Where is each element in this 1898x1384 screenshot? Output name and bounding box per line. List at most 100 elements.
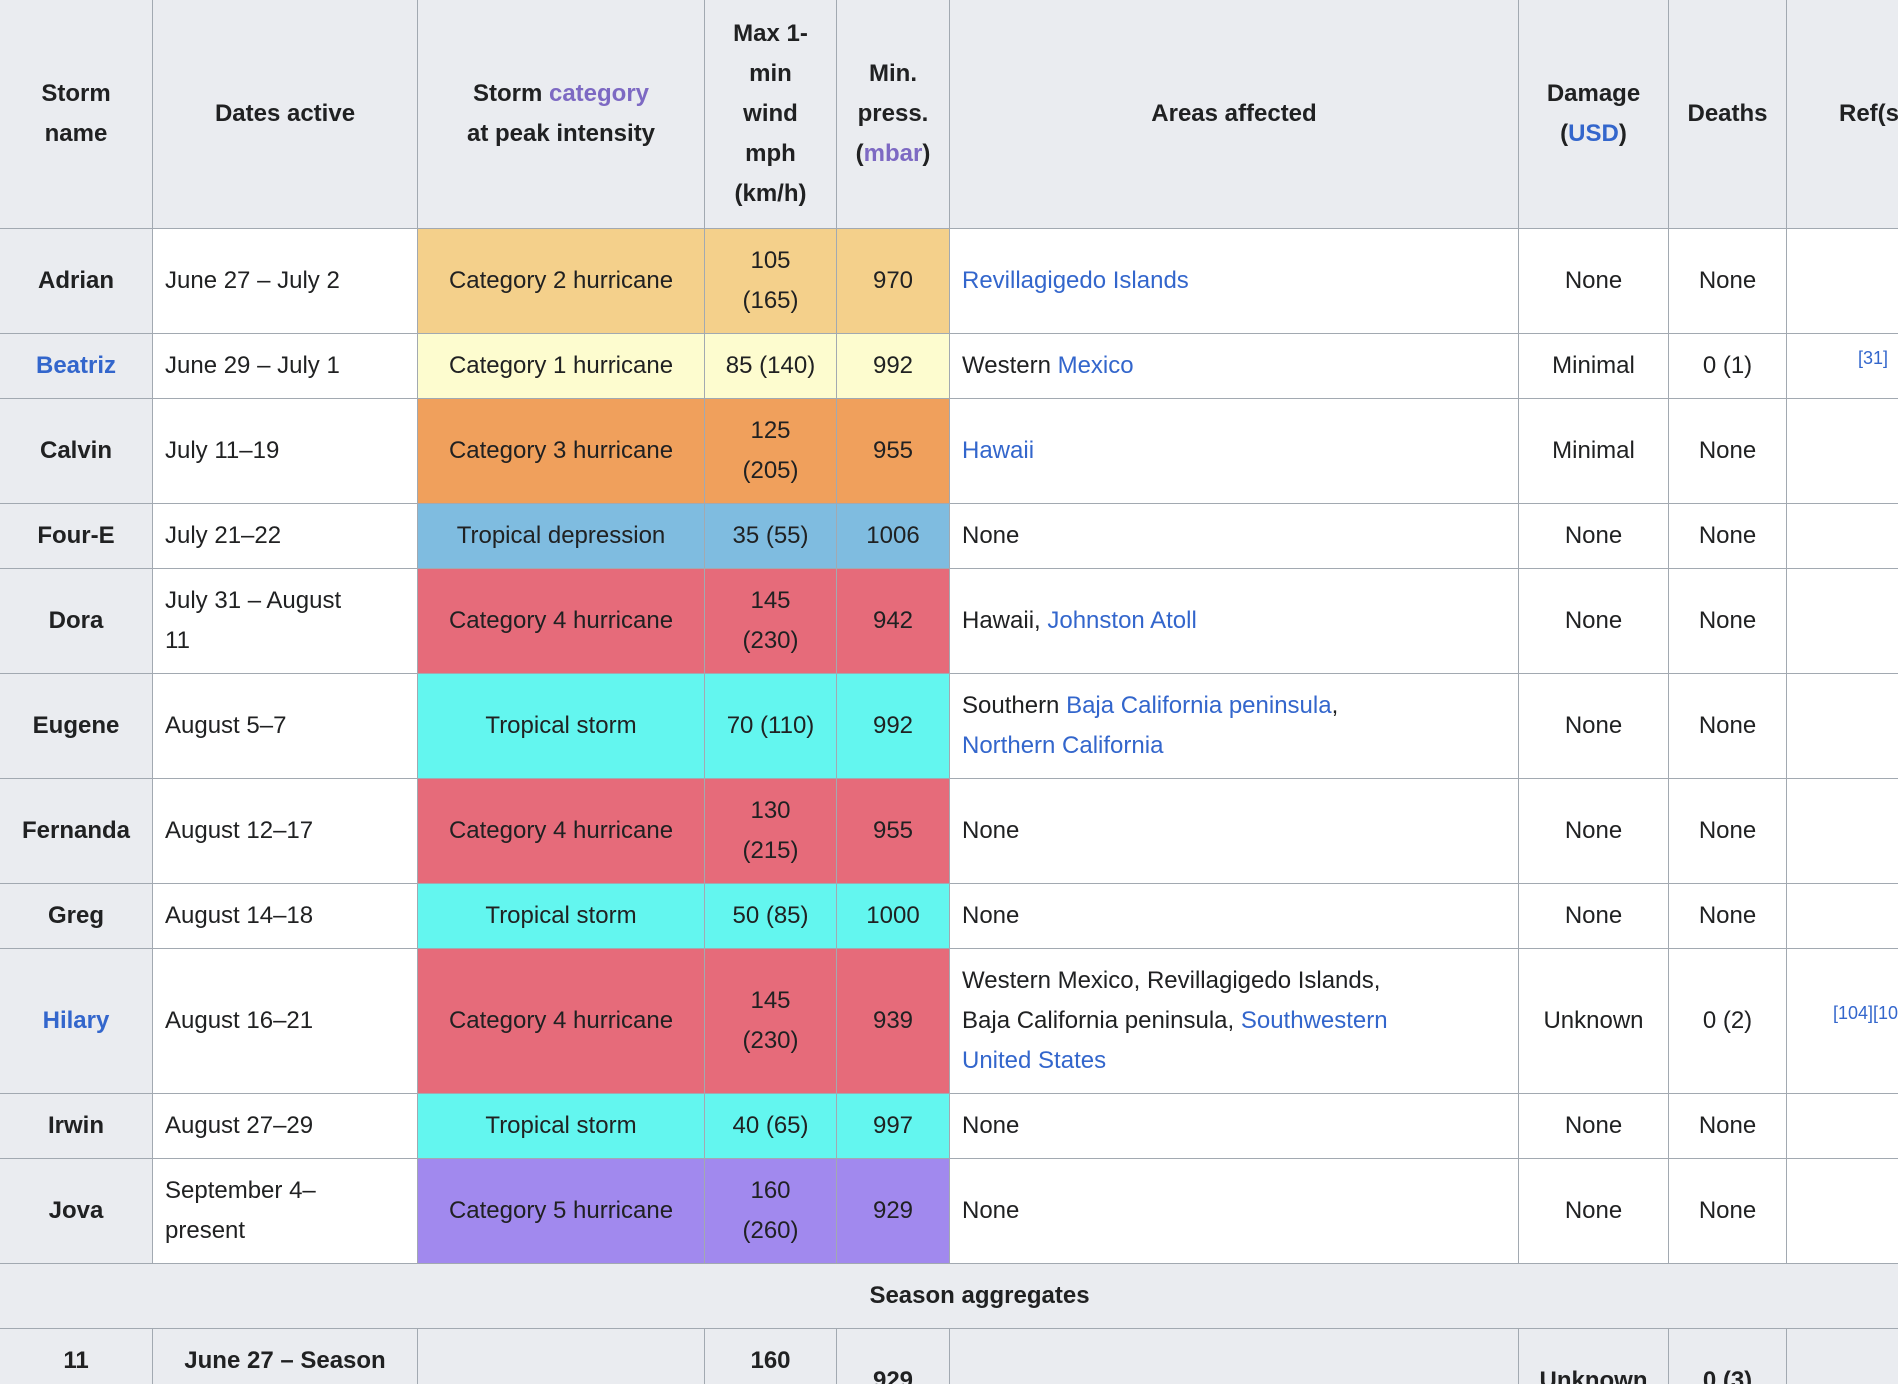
storm-name-cell: Dora	[0, 569, 153, 674]
min-pressure-cell: 997	[837, 1094, 950, 1159]
dates-active-cell: July 31 – August 11	[153, 569, 418, 674]
refs-cell	[1787, 1094, 1898, 1159]
storm-category-cell: Category 3 hurricane	[418, 399, 705, 504]
storm-category-cell: Category 4 hurricane	[418, 949, 705, 1094]
min-pressure-cell: 992	[837, 674, 950, 779]
area-link[interactable]: Revillagigedo Islands	[962, 267, 1189, 294]
header-min-pressure: Min. press. (mbar)	[837, 0, 950, 229]
storm-name-cell: Beatriz	[0, 334, 153, 399]
areas-affected-cell: None	[950, 1159, 1519, 1264]
dates-active-cell: September 4– present	[153, 1159, 418, 1264]
refs-cell	[1787, 779, 1898, 884]
min-pressure-cell: 929	[837, 1159, 950, 1264]
dates-active-cell: August 14–18	[153, 884, 418, 949]
areas-affected-cell: None	[950, 504, 1519, 569]
damage-cell: Minimal	[1519, 399, 1669, 504]
dates-active-cell: June 29 – July 1	[153, 334, 418, 399]
max-wind-cell: 105 (165)	[705, 229, 837, 334]
max-wind-cell: 145 (230)	[705, 949, 837, 1094]
min-pressure-cell: 955	[837, 779, 950, 884]
min-pressure-cell: 942	[837, 569, 950, 674]
area-link[interactable]: Northern California	[962, 732, 1163, 759]
storm-season-table: Storm name Dates active Storm category a…	[0, 0, 1898, 1384]
deaths-cell: None	[1669, 884, 1787, 949]
area-link[interactable]: United States	[962, 1047, 1106, 1074]
header-max-wind: Max 1- min wind mph (km/h)	[705, 0, 837, 229]
area-link[interactable]: Southwestern	[1241, 1007, 1388, 1034]
damage-cell: None	[1519, 504, 1669, 569]
refs-cell: [104][105]	[1787, 949, 1898, 1094]
refs-cell	[1787, 674, 1898, 779]
areas-affected-cell: None	[950, 884, 1519, 949]
storm-name-cell: Jova	[0, 1159, 153, 1264]
header-storm-name: Storm name	[0, 0, 153, 229]
deaths-cell: None	[1669, 229, 1787, 334]
storm-name-cell: Calvin	[0, 399, 153, 504]
total-wind-cell: 160 (260)	[705, 1329, 837, 1384]
storm-category-cell: Tropical storm	[418, 884, 705, 949]
header-storm-category-link[interactable]: category	[549, 80, 649, 107]
damage-cell: None	[1519, 674, 1669, 779]
damage-cell: None	[1519, 569, 1669, 674]
storm-category-cell: Category 4 hurricane	[418, 779, 705, 884]
refs-cell	[1787, 1159, 1898, 1264]
total-deaths-cell: 0 (3)	[1669, 1329, 1787, 1384]
refs-cell	[1787, 504, 1898, 569]
max-wind-cell: 160 (260)	[705, 1159, 837, 1264]
table-row-greg: GregAugust 14–18Tropical storm50 (85)100…	[0, 884, 1898, 949]
deaths-cell: None	[1669, 1094, 1787, 1159]
deaths-cell: None	[1669, 399, 1787, 504]
header-row: Storm name Dates active Storm category a…	[0, 0, 1898, 229]
storm-name-link[interactable]: Hilary	[43, 1007, 110, 1034]
storm-name-cell: Adrian	[0, 229, 153, 334]
table-header: Storm name Dates active Storm category a…	[0, 0, 1898, 229]
season-aggregates-label-row: Season aggregates	[0, 1264, 1898, 1329]
min-pressure-cell: 1000	[837, 884, 950, 949]
storm-category-cell: Category 2 hurricane	[418, 229, 705, 334]
max-wind-cell: 85 (140)	[705, 334, 837, 399]
storm-category-cell: Tropical depression	[418, 504, 705, 569]
areas-affected-cell: Hawaii	[950, 399, 1519, 504]
area-link[interactable]: Hawaii	[962, 437, 1034, 464]
areas-affected-cell: Hawaii, Johnston Atoll	[950, 569, 1519, 674]
header-damage-link[interactable]: USD	[1568, 120, 1619, 147]
areas-affected-cell: None	[950, 779, 1519, 884]
max-wind-cell: 50 (85)	[705, 884, 837, 949]
refs-cell: [31]	[1787, 334, 1898, 399]
ref-link[interactable]: [31]	[1858, 348, 1888, 368]
deaths-cell: None	[1669, 569, 1787, 674]
table-row-dora: DoraJuly 31 – August 11Category 4 hurric…	[0, 569, 1898, 674]
max-wind-cell: 40 (65)	[705, 1094, 837, 1159]
total-damage-cell: Unknown	[1519, 1329, 1669, 1384]
table-row-fernanda: FernandaAugust 12–17Category 4 hurricane…	[0, 779, 1898, 884]
min-pressure-cell: 1006	[837, 504, 950, 569]
storm-name-cell: Irwin	[0, 1094, 153, 1159]
table-row-beatriz: BeatrizJune 29 – July 1Category 1 hurric…	[0, 334, 1898, 399]
storm-name-cell: Four-E	[0, 504, 153, 569]
refs-cell	[1787, 884, 1898, 949]
header-dates-active: Dates active	[153, 0, 418, 229]
storm-table-body: AdrianJune 27 – July 2Category 2 hurrica…	[0, 229, 1898, 1384]
header-refs: Ref(s)	[1787, 0, 1898, 229]
dates-active-cell: August 5–7	[153, 674, 418, 779]
min-pressure-cell: 970	[837, 229, 950, 334]
total-pressure-cell: 929	[837, 1329, 950, 1384]
areas-affected-cell: Western Mexico	[950, 334, 1519, 399]
area-link[interactable]: Mexico	[1058, 352, 1134, 379]
header-min-pressure-link[interactable]: mbar	[864, 140, 923, 167]
damage-cell: None	[1519, 1094, 1669, 1159]
areas-affected-cell: Western Mexico, Revillagigedo Islands, B…	[950, 949, 1519, 1094]
storm-name-cell: Hilary	[0, 949, 153, 1094]
storm-category-cell: Category 5 hurricane	[418, 1159, 705, 1264]
areas-affected-cell: None	[950, 1094, 1519, 1159]
storm-category-cell: Category 4 hurricane	[418, 569, 705, 674]
max-wind-cell: 70 (110)	[705, 674, 837, 779]
max-wind-cell: 125 (205)	[705, 399, 837, 504]
dates-active-cell: June 27 – July 2	[153, 229, 418, 334]
storm-name-link[interactable]: Beatriz	[36, 352, 116, 379]
area-link[interactable]: Johnston Atoll	[1047, 607, 1196, 634]
dates-active-cell: August 12–17	[153, 779, 418, 884]
area-link[interactable]: Baja California peninsula	[1066, 692, 1332, 719]
ref-link[interactable]: [105]	[1873, 1003, 1898, 1023]
ref-link[interactable]: [104]	[1833, 1003, 1873, 1023]
